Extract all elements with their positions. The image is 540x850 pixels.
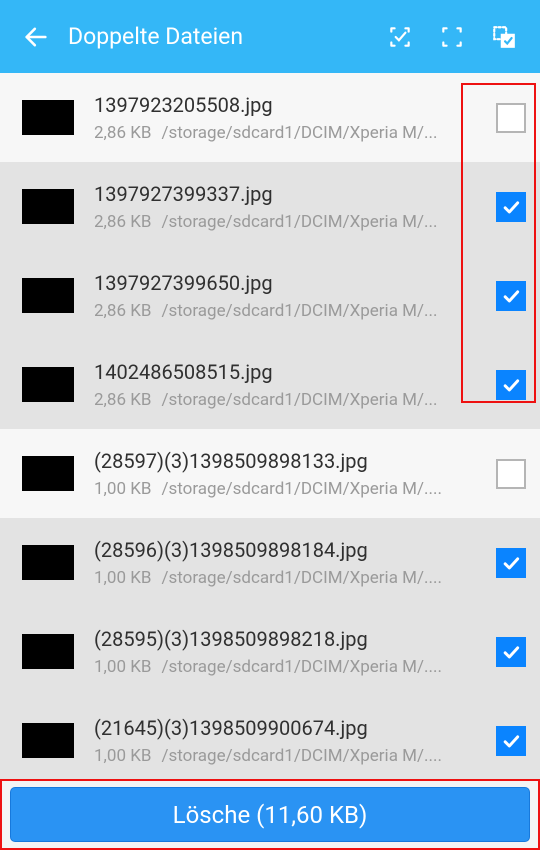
arrow-left-icon xyxy=(22,23,50,51)
file-list: 1397923205508.jpg 2,86 KB/storage/sdcard… xyxy=(0,73,540,779)
file-checkbox[interactable] xyxy=(496,192,526,222)
file-path: /storage/sdcard1/DCIM/Xperia M/.... xyxy=(161,657,441,677)
file-thumbnail xyxy=(22,100,74,135)
file-checkbox[interactable] xyxy=(496,103,526,133)
file-info: 1397927399650.jpg 2,86 KB/storage/sdcard… xyxy=(94,271,490,321)
file-size: 2,86 KB xyxy=(94,390,151,410)
file-checkbox[interactable] xyxy=(496,637,526,667)
file-name: (28595)(3)1398509898218.jpg xyxy=(94,627,490,651)
file-row[interactable]: (28597)(3)1398509898133.jpg 1,00 KB/stor… xyxy=(0,429,540,518)
file-meta: 2,86 KB/storage/sdcard1/DCIM/Xperia M/..… xyxy=(94,123,490,143)
file-thumbnail xyxy=(22,189,74,224)
file-info: 1397927399337.jpg 2,86 KB/storage/sdcard… xyxy=(94,182,490,232)
select-none-button[interactable] xyxy=(428,13,476,61)
file-checkbox[interactable] xyxy=(496,726,526,756)
file-path: /storage/sdcard1/DCIM/Xperia M/... xyxy=(161,123,437,143)
file-meta: 1,00 KB/storage/sdcard1/DCIM/Xperia M/..… xyxy=(94,479,490,499)
file-name: 1397923205508.jpg xyxy=(94,93,490,117)
file-name: (28597)(3)1398509898133.jpg xyxy=(94,449,490,473)
file-info: (28597)(3)1398509898133.jpg 1,00 KB/stor… xyxy=(94,449,490,499)
check-icon xyxy=(501,553,521,573)
file-path: /storage/sdcard1/DCIM/Xperia M/.... xyxy=(161,746,441,766)
delete-button[interactable]: Lösche (11,60 KB) xyxy=(10,787,530,842)
file-info: (28596)(3)1398509898184.jpg 1,00 KB/stor… xyxy=(94,538,490,588)
file-meta: 1,00 KB/storage/sdcard1/DCIM/Xperia M/..… xyxy=(94,657,490,677)
select-all-icon xyxy=(387,24,413,50)
file-checkbox[interactable] xyxy=(496,370,526,400)
check-icon xyxy=(501,642,521,662)
file-size: 2,86 KB xyxy=(94,123,151,143)
file-name: (21645)(3)1398509900674.jpg xyxy=(94,716,490,740)
file-info: 1397923205508.jpg 2,86 KB/storage/sdcard… xyxy=(94,93,490,143)
file-row[interactable]: 1402486508515.jpg 2,86 KB/storage/sdcard… xyxy=(0,340,540,429)
check-icon xyxy=(501,731,521,751)
file-row[interactable]: (21645)(3)1398509900674.jpg 1,00 KB/stor… xyxy=(0,696,540,779)
invert-selection-button[interactable] xyxy=(480,13,528,61)
file-meta: 1,00 KB/storage/sdcard1/DCIM/Xperia M/..… xyxy=(94,568,490,588)
file-thumbnail xyxy=(22,545,74,580)
select-all-button[interactable] xyxy=(376,13,424,61)
file-checkbox[interactable] xyxy=(496,281,526,311)
check-icon xyxy=(501,375,521,395)
file-thumbnail xyxy=(22,278,74,313)
file-name: 1402486508515.jpg xyxy=(94,360,490,384)
file-path: /storage/sdcard1/DCIM/Xperia M/... xyxy=(161,212,437,232)
file-path: /storage/sdcard1/DCIM/Xperia M/... xyxy=(161,390,437,410)
file-size: 1,00 KB xyxy=(94,568,151,588)
footer-bar: Lösche (11,60 KB) xyxy=(0,779,540,850)
file-path: /storage/sdcard1/DCIM/Xperia M/.... xyxy=(161,479,441,499)
file-size: 2,86 KB xyxy=(94,212,151,232)
page-title: Doppelte Dateien xyxy=(64,23,372,50)
file-thumbnail xyxy=(22,634,74,669)
file-meta: 2,86 KB/storage/sdcard1/DCIM/Xperia M/..… xyxy=(94,301,490,321)
file-info: (28595)(3)1398509898218.jpg 1,00 KB/stor… xyxy=(94,627,490,677)
file-info: (21645)(3)1398509900674.jpg 1,00 KB/stor… xyxy=(94,716,490,766)
app-header: Doppelte Dateien xyxy=(0,0,540,73)
file-name: 1397927399337.jpg xyxy=(94,182,490,206)
file-checkbox[interactable] xyxy=(496,459,526,489)
file-size: 1,00 KB xyxy=(94,479,151,499)
file-size: 2,86 KB xyxy=(94,301,151,321)
file-row[interactable]: (28596)(3)1398509898184.jpg 1,00 KB/stor… xyxy=(0,518,540,607)
file-row[interactable]: 1397927399650.jpg 2,86 KB/storage/sdcard… xyxy=(0,251,540,340)
file-thumbnail xyxy=(22,723,74,758)
file-meta: 2,86 KB/storage/sdcard1/DCIM/Xperia M/..… xyxy=(94,212,490,232)
file-meta: 1,00 KB/storage/sdcard1/DCIM/Xperia M/..… xyxy=(94,746,490,766)
back-button[interactable] xyxy=(12,13,60,61)
check-icon xyxy=(501,197,521,217)
file-thumbnail xyxy=(22,367,74,402)
file-meta: 2,86 KB/storage/sdcard1/DCIM/Xperia M/..… xyxy=(94,390,490,410)
file-info: 1402486508515.jpg 2,86 KB/storage/sdcard… xyxy=(94,360,490,410)
file-path: /storage/sdcard1/DCIM/Xperia M/.... xyxy=(161,568,441,588)
file-name: 1397927399650.jpg xyxy=(94,271,490,295)
file-row[interactable]: (28595)(3)1398509898218.jpg 1,00 KB/stor… xyxy=(0,607,540,696)
select-none-icon xyxy=(439,24,465,50)
file-size: 1,00 KB xyxy=(94,746,151,766)
file-thumbnail xyxy=(22,456,74,491)
file-checkbox[interactable] xyxy=(496,548,526,578)
file-path: /storage/sdcard1/DCIM/Xperia M/... xyxy=(161,301,437,321)
file-row[interactable]: 1397927399337.jpg 2,86 KB/storage/sdcard… xyxy=(0,162,540,251)
file-size: 1,00 KB xyxy=(94,657,151,677)
check-icon xyxy=(501,286,521,306)
invert-selection-icon xyxy=(491,24,517,50)
file-name: (28596)(3)1398509898184.jpg xyxy=(94,538,490,562)
delete-button-label: Lösche (11,60 KB) xyxy=(173,801,368,829)
file-row[interactable]: 1397923205508.jpg 2,86 KB/storage/sdcard… xyxy=(0,73,540,162)
